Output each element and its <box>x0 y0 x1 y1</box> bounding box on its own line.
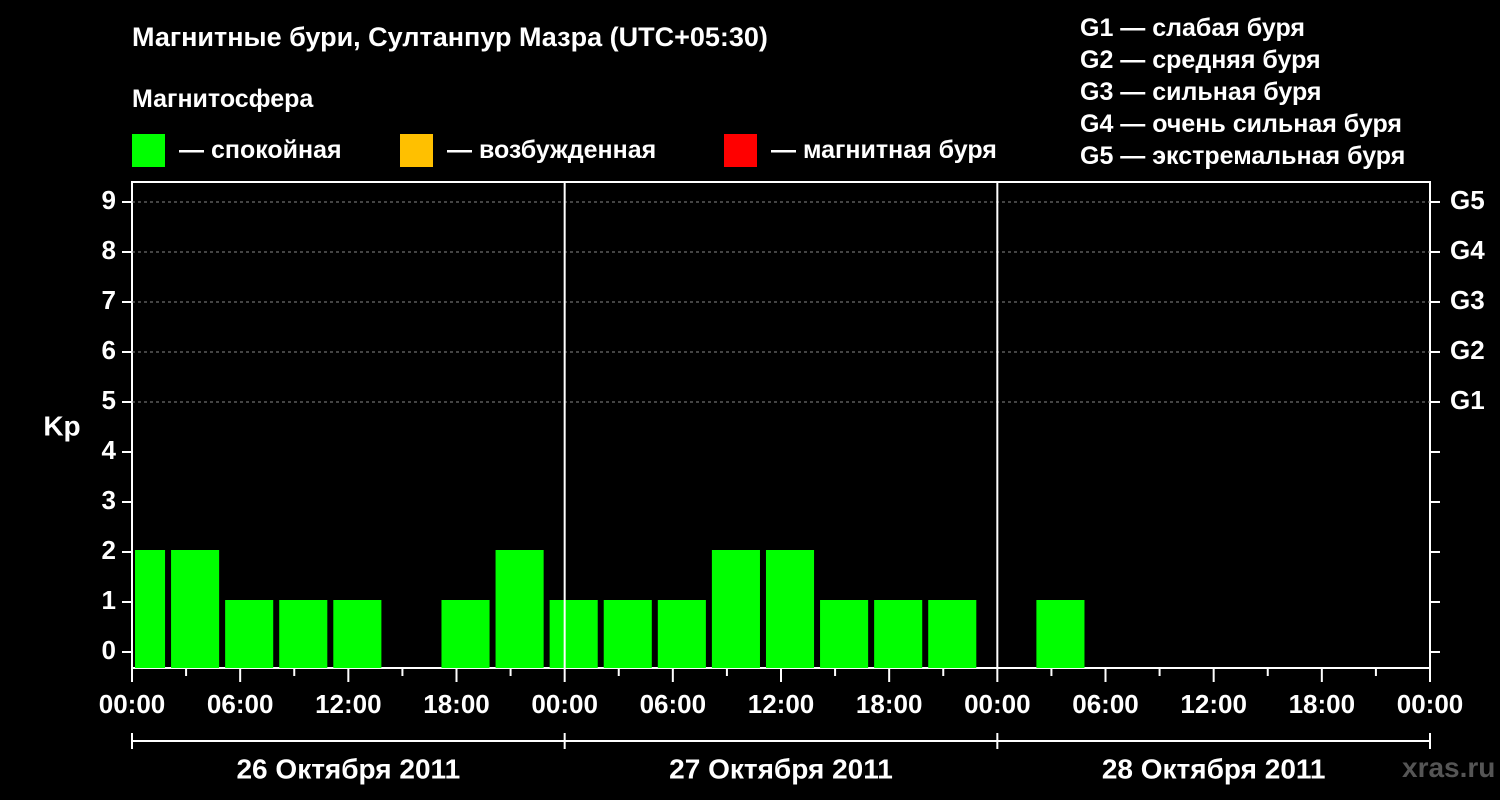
y-tick-label: 8 <box>102 235 116 265</box>
kp-bar <box>441 600 490 668</box>
kp-bar <box>549 600 598 668</box>
x-tick-label: 18:00 <box>856 689 923 719</box>
kp-bar <box>603 600 652 668</box>
x-tick-label: 00:00 <box>1397 689 1464 719</box>
kp-bar <box>657 600 706 668</box>
x-tick-label: 18:00 <box>1289 689 1356 719</box>
kp-bar <box>135 550 166 668</box>
x-tick-label: 12:00 <box>1180 689 1247 719</box>
kp-bar <box>171 550 220 668</box>
g-axis-label: G5 <box>1450 185 1485 215</box>
kp-bar <box>279 600 328 668</box>
g-axis-label: G1 <box>1450 385 1485 415</box>
x-tick-label: 12:00 <box>748 689 815 719</box>
kp-bar <box>333 600 382 668</box>
x-tick-label: 00:00 <box>99 689 166 719</box>
x-tick-label: 06:00 <box>207 689 274 719</box>
kp-chart: 0 1 2 3 4 5 6 7 8 9 Kp G1 G2 G3 G4 G5 00:00 06:00 12:00 18:… <box>43 181 1485 784</box>
kp-bar <box>711 550 760 668</box>
day-label: 27 Октября 2011 <box>669 753 893 784</box>
g-axis-label: G4 <box>1450 235 1485 265</box>
y-tick-label: 2 <box>102 535 116 565</box>
day-label: 26 Октября 2011 <box>236 753 460 784</box>
g-axis-label: G2 <box>1450 335 1485 365</box>
kp-bar <box>820 600 869 668</box>
x-tick-label: 12:00 <box>315 689 382 719</box>
day-label: 28 Октября 2011 <box>1102 753 1326 784</box>
kp-bar <box>765 550 815 668</box>
y-tick-label: 5 <box>102 385 116 415</box>
g-axis-label: G3 <box>1450 285 1485 315</box>
y-axis-label: Kp <box>43 410 80 441</box>
y-tick-label: 9 <box>102 185 116 215</box>
x-tick-label: 18:00 <box>423 689 490 719</box>
y-tick-label: 1 <box>102 585 116 615</box>
y-tick-label: 4 <box>102 435 117 465</box>
y-tick-label: 6 <box>102 335 116 365</box>
kp-bar <box>225 600 274 668</box>
watermark: xras.ru <box>1402 752 1496 783</box>
x-tick-label: 00:00 <box>964 689 1031 719</box>
y-tick-label: 0 <box>102 635 116 665</box>
x-tick-label: 06:00 <box>640 689 707 719</box>
kp-bar <box>874 600 923 668</box>
x-tick-label: 06:00 <box>1072 689 1139 719</box>
y-tick-label: 3 <box>102 485 116 515</box>
x-tick-label: 00:00 <box>531 689 598 719</box>
kp-bar <box>495 550 544 668</box>
kp-bar <box>928 600 977 668</box>
kp-bar <box>1036 600 1085 668</box>
y-tick-label: 7 <box>102 285 116 315</box>
